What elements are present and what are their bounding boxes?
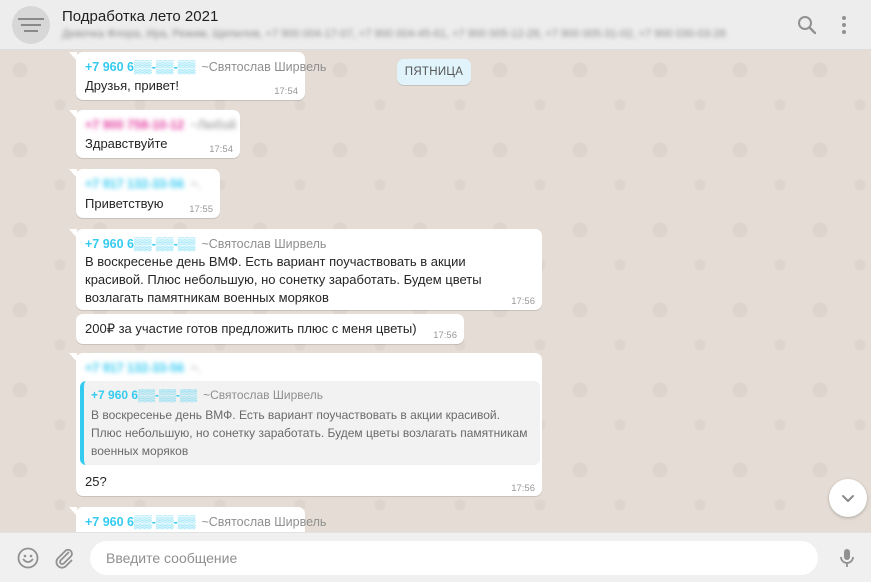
message-input[interactable] [90,541,818,575]
message-text: Здравствуйте [85,136,168,151]
bubble-tail [69,110,77,119]
chevron-down-icon [842,495,854,502]
avatar-logo-line [18,18,44,20]
message-time: 17:56 [511,483,535,494]
quoted-sender-alias: ~Святослав Ширвель [203,388,324,402]
emoji-icon[interactable] [16,546,40,570]
message-sender[interactable]: +7 960 6▒▒-▒▒-▒▒ ~Святослав Ширвель [85,60,326,74]
message-bubble[interactable]: +7 960 6▒▒-▒▒-▒▒ ~Святослав Ширвель В вос… [69,229,542,310]
message-text: Приветствую [85,196,164,211]
sender-phone[interactable]: +7 900 758-10-12 [85,118,184,132]
bubble-tail [69,353,77,362]
quoted-message[interactable]: +7 960 6▒▒-▒▒-▒▒ ~Святослав Ширвель В вос… [80,381,540,465]
sender-phone[interactable]: +7 917 132-33-56 [85,177,184,191]
message-sender[interactable]: +7 960 6▒▒-▒▒-▒▒ ~Святослав Ширвель [85,237,326,251]
message-time: 17:54 [209,144,233,155]
quoted-sender: +7 960 6▒▒-▒▒-▒▒ ~Святослав Ширвель [91,388,323,402]
message-text: 25? [85,474,107,489]
chat-title[interactable]: Подработка лето 2021 [62,8,218,25]
sender-phone[interactable]: +7 960 6▒▒-▒▒-▒▒ [85,237,195,251]
message-bubble[interactable]: +7 917 132-33-56 ~. +7 960 6▒▒-▒▒-▒▒ ~Свят… [69,353,542,496]
avatar-logo-line [21,24,41,26]
message-bubble[interactable]: +7 917 132-33-56 ~. Приветствую 17:55 [69,169,220,218]
message-time: 17:56 [511,296,535,307]
sender-phone[interactable]: +7 917 132-33-56 [85,361,184,375]
sender-phone[interactable]: +7 960 6▒▒-▒▒-▒▒ [85,515,195,529]
group-avatar[interactable] [12,6,50,44]
message-bubble[interactable]: 200₽ за участие готов предложить плюс с … [76,314,464,344]
message-text: Друзья, привет! [85,78,180,93]
sender-alias: ~. [190,361,201,375]
search-icon[interactable] [795,13,819,37]
message-time: 17:54 [274,86,298,97]
message-sender[interactable]: +7 917 132-33-56 ~. [85,361,201,375]
bubble-tail [69,52,77,61]
message-sender[interactable]: +7 960 6▒▒-▒▒-▒▒ ~Святослав Ширвель [85,515,326,529]
message-time: 17:55 [189,204,213,215]
microphone-icon[interactable] [835,546,859,570]
chat-header: Подработка лето 2021 Девочка Флора, Ира,… [0,0,871,50]
message-text: В воскресенье день ВМФ. Есть вариант поу… [85,254,482,305]
sender-alias: ~Святослав Ширвель [201,515,327,529]
sender-alias: ~. [190,177,201,191]
quoted-text: В воскресенье день ВМФ. Есть вариант поу… [91,408,528,458]
sender-alias: ~Святослав Ширвель [201,237,327,251]
bubble-tail [69,169,77,178]
sender-phone[interactable]: +7 960 6▒▒-▒▒-▒▒ [85,60,195,74]
attach-icon[interactable] [52,546,76,570]
composer-bar [0,532,871,582]
menu-icon[interactable] [832,13,856,37]
message-text: 200₽ за участие готов предложить плюс с … [85,321,417,336]
bubble-tail [69,229,77,238]
avatar-logo-line [24,30,38,32]
message-bubble[interactable]: +7 900 758-10-12 ~Любой Здравствуйте 17:5… [69,110,240,158]
chat-participants[interactable]: Девочка Флора, Ира, Режим, Щепилов, +7 9… [62,28,762,40]
message-bubble[interactable]: +7 960 6▒▒-▒▒-▒▒ ~Святослав Ширвель [69,507,326,532]
sender-alias: ~Любой [190,118,237,132]
message-bubble[interactable]: +7 960 6▒▒-▒▒-▒▒ ~Святослав Ширвель Друзь… [69,52,326,100]
sender-alias: ~Святослав Ширвель [201,60,327,74]
message-sender[interactable]: +7 900 758-10-12 ~Любой [85,118,236,132]
message-sender[interactable]: +7 917 132-33-56 ~. [85,177,201,191]
quoted-sender-phone: +7 960 6▒▒-▒▒-▒▒ [91,388,198,402]
message-time: 17:56 [433,330,457,341]
day-badge: ПЯТНИЦА [397,59,471,85]
bubble-tail [69,507,77,516]
message-list[interactable]: ПЯТНИЦА +7 960 6▒▒-▒▒-▒▒ ~Святослав Ширве… [0,50,871,532]
scroll-down-button[interactable] [829,479,867,517]
